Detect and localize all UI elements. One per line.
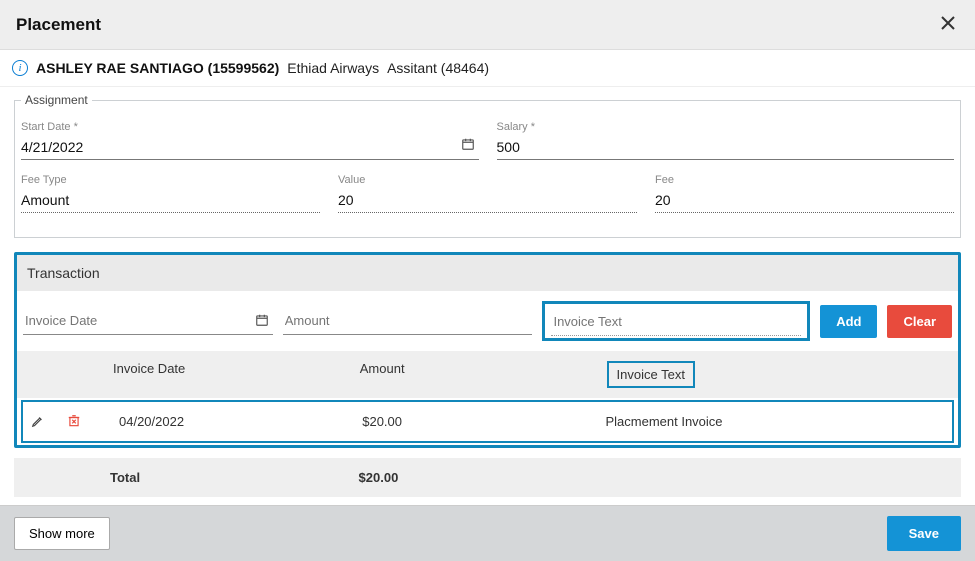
assignment-legend: Assignment [21,93,92,107]
calendar-icon[interactable] [461,137,475,154]
col-invoice-date: Invoice Date [113,361,360,388]
company-name: Ethiad Airways [287,60,379,76]
titlebar: Placement [0,0,975,50]
value-label: Value [338,174,637,186]
fee-type-field[interactable]: Fee Type Amount [21,174,320,213]
show-more-button[interactable]: Show more [14,517,110,550]
fee-field[interactable]: Fee 20 [655,174,954,213]
total-amount: $20.00 [359,470,608,485]
fee-value-display: 20 [655,188,954,213]
transaction-table-head: Invoice Date Amount Invoice Text [17,351,958,398]
close-icon [941,16,955,30]
transaction-form: Add Clear [17,291,958,351]
placement-modal: Placement i ASHLEY RAE SANTIAGO (1559956… [0,0,975,561]
fee-label: Fee [655,174,954,186]
total-label: Total [110,470,359,485]
start-date-value: 4/21/2022 [21,135,479,160]
delete-row-button[interactable] [65,412,83,430]
calendar-icon[interactable] [255,313,269,330]
trash-icon [67,414,81,428]
row-date: 04/20/2022 [119,414,362,429]
transaction-heading: Transaction [17,255,958,291]
page-title: Placement [16,15,101,35]
position-name: Assitant (48464) [387,60,489,76]
close-button[interactable] [937,10,959,39]
info-icon: i [12,60,28,76]
fee-type-value: Amount [21,188,320,213]
amount-input-wrap [283,307,533,335]
transaction-section: Transaction Add Clear [14,252,961,448]
context-breadcrumb: i ASHLEY RAE SANTIAGO (15599562) Ethiad … [0,50,975,87]
salary-label: Salary * [497,121,955,133]
amount-input[interactable] [283,307,533,335]
value-field[interactable]: Value 20 [338,174,637,213]
add-button[interactable]: Add [820,305,877,338]
save-button[interactable]: Save [887,516,961,551]
row-text: Placmement Invoice [605,414,946,429]
content-area: Assignment Start Date * 4/21/2022 Salary… [0,87,975,505]
invoice-text-input-wrap [542,301,810,341]
start-date-field[interactable]: Start Date * 4/21/2022 [21,121,479,160]
invoice-date-input[interactable] [23,307,273,335]
col-invoice-text: Invoice Text [607,361,952,388]
salary-field[interactable]: Salary * 500 [497,121,955,160]
fee-type-label: Fee Type [21,174,320,186]
edit-row-button[interactable] [29,412,47,430]
col-amount: Amount [360,361,607,388]
row-amount: $20.00 [362,414,605,429]
pencil-icon [31,414,45,428]
clear-button[interactable]: Clear [887,305,952,338]
assignment-section: Assignment Start Date * 4/21/2022 Salary… [14,93,961,238]
total-row: Total $20.00 [14,458,961,497]
table-row: 04/20/2022 $20.00 Placmement Invoice [21,400,954,443]
invoice-text-input[interactable] [551,308,801,336]
invoice-date-input-wrap [23,307,273,335]
start-date-label: Start Date * [21,121,479,133]
invoice-text-header-highlight: Invoice Text [607,361,695,388]
modal-footer: Show more Save [0,505,975,561]
value-value: 20 [338,188,637,213]
candidate-name: ASHLEY RAE SANTIAGO (15599562) [36,60,279,76]
salary-value: 500 [497,135,955,160]
